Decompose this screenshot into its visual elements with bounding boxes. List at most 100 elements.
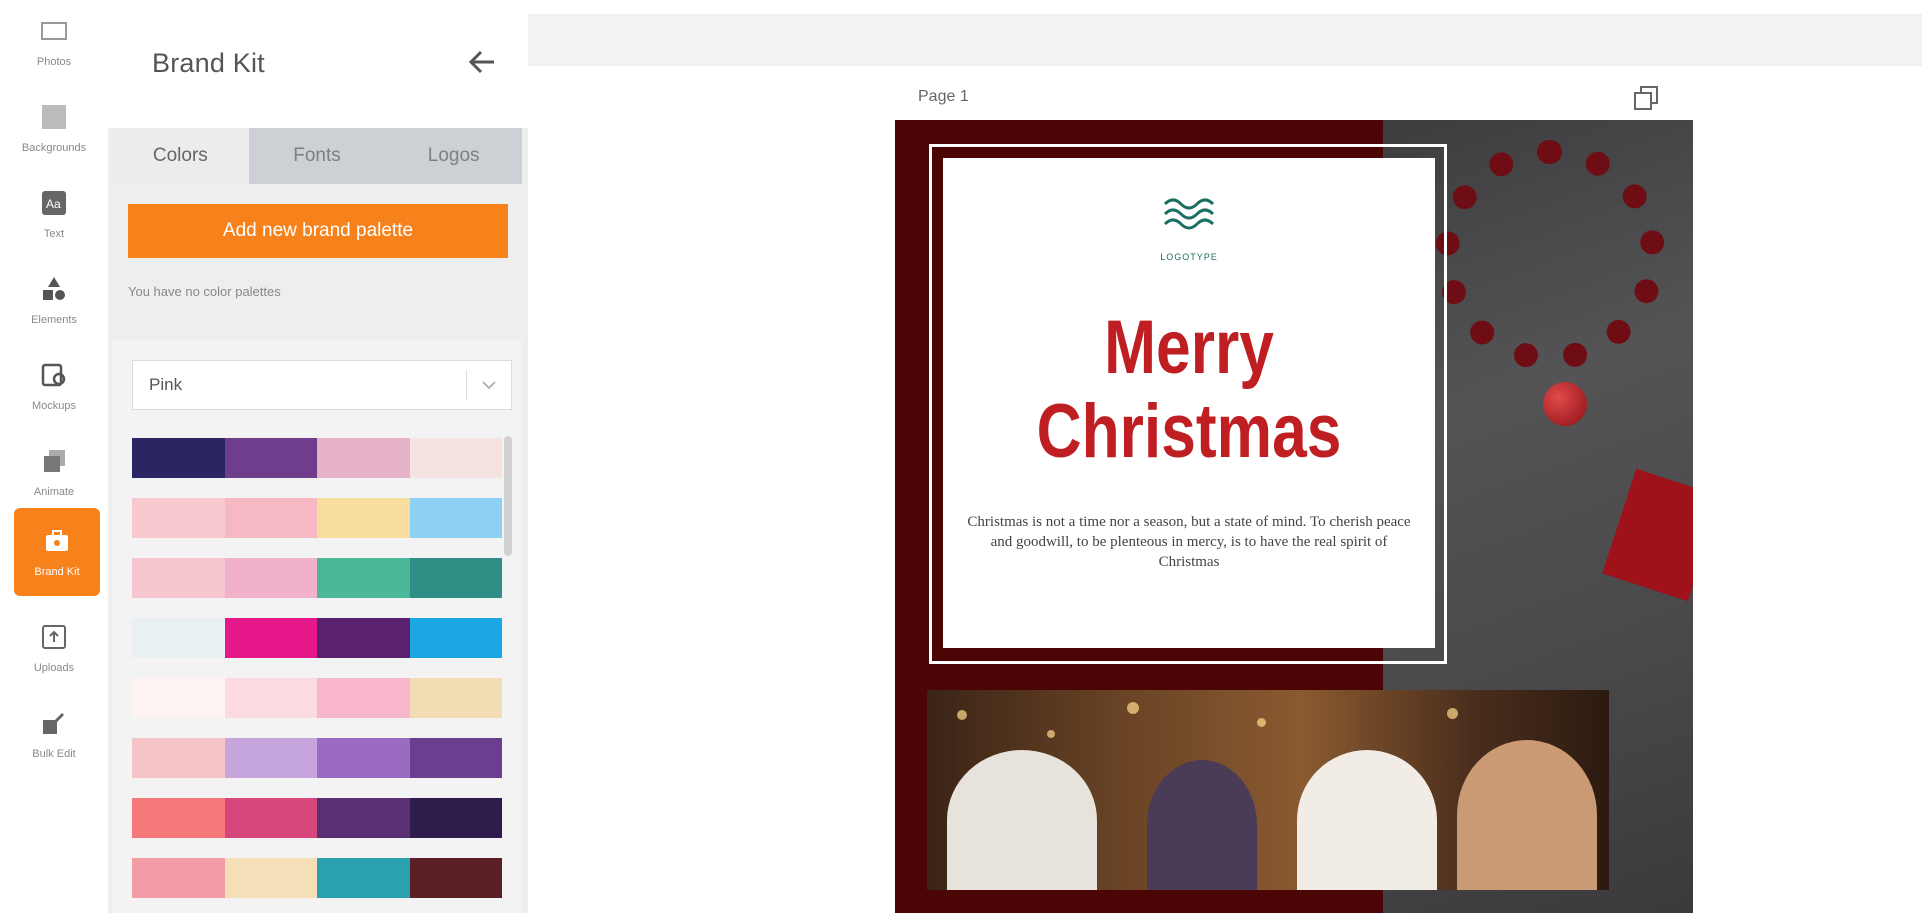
color-swatch[interactable] [409,738,502,778]
color-swatch[interactable] [224,618,317,658]
tab-colors[interactable]: Colors [112,128,249,184]
bokeh-light [1047,730,1055,738]
color-swatch[interactable] [409,618,502,658]
rail-item-uploads[interactable]: Uploads [0,598,108,698]
color-swatch[interactable] [224,558,317,598]
select-value: Pink [149,375,183,394]
color-swatch[interactable] [224,678,317,718]
color-swatch[interactable] [224,438,317,478]
color-swatch[interactable] [132,798,225,838]
duplicate-page-icon[interactable] [1632,84,1660,112]
bokeh-light [957,710,967,720]
add-brand-palette-button[interactable]: Add new brand palette [128,204,508,258]
rail-label: Backgrounds [21,142,87,154]
rail-item-animate[interactable]: Animate [0,422,108,522]
top-toolbar [528,14,1922,66]
color-swatch[interactable] [317,498,410,538]
color-swatch[interactable] [409,558,502,598]
palette-row[interactable] [132,858,502,898]
person-figure [1457,740,1597,890]
brand-kit-tabs: Colors Fonts Logos [112,128,522,184]
color-swatch[interactable] [317,618,410,658]
color-swatch[interactable] [317,438,410,478]
mockup-icon [39,360,69,390]
palette-category-select[interactable]: Pink [132,360,512,410]
headline: Merry Christmas [987,306,1390,474]
headline-line-2: Christmas [1036,389,1342,474]
color-swatch[interactable] [317,558,410,598]
rail-label: Animate [33,486,75,498]
back-arrow-icon[interactable] [466,46,498,78]
palette-row[interactable] [132,738,502,778]
page-label: Page 1 [918,88,969,105]
bokeh-light [1447,708,1458,719]
palette-row[interactable] [132,798,502,838]
palette-row[interactable] [132,558,502,598]
palette-library: Pink [112,340,522,913]
rail-item-mockups[interactable]: Mockups [0,336,108,436]
svg-text:Aa: Aa [46,197,61,211]
shapes-icon [39,274,69,304]
rail-label: Uploads [33,662,75,674]
color-swatch[interactable] [132,498,225,538]
palette-scrollbar[interactable] [504,436,512,556]
brand-kit-panel: Brand Kit Colors Fonts Logos Add new bra… [108,0,528,913]
upload-icon [39,622,69,652]
rail-item-bulk-edit[interactable]: Bulk Edit [0,684,108,784]
color-swatch[interactable] [132,438,225,478]
empty-palette-note: You have no color palettes [128,284,281,299]
design-canvas[interactable]: LOGOTYPE Merry Christmas Christmas is no… [895,120,1693,913]
party-photo[interactable] [927,690,1609,890]
palette-list [132,438,502,918]
logo-text: LOGOTYPE [1160,252,1218,262]
color-swatch[interactable] [224,738,317,778]
palette-row[interactable] [132,498,502,538]
color-swatch[interactable] [317,858,410,898]
color-swatch[interactable] [132,618,225,658]
color-swatch[interactable] [224,798,317,838]
left-rail: Photos Backgrounds Aa Text Elements Mock… [0,0,108,913]
color-swatch[interactable] [132,558,225,598]
palette-row[interactable] [132,618,502,658]
rail-item-brand-kit[interactable]: Brand Kit [14,508,100,596]
text-icon: Aa [39,188,69,218]
rail-label: Brand Kit [34,566,80,578]
panel-title: Brand Kit [152,48,265,78]
rail-label: Mockups [31,400,77,412]
chevron-down-icon [467,380,511,390]
wave-logo-icon [1161,192,1221,236]
person-figure [947,750,1097,890]
color-swatch[interactable] [409,858,502,898]
rail-label: Bulk Edit [32,748,76,760]
color-swatch[interactable] [317,678,410,718]
rail-item-text[interactable]: Aa Text [0,164,108,264]
card-panel[interactable]: LOGOTYPE Merry Christmas Christmas is no… [943,158,1435,648]
color-swatch[interactable] [409,498,502,538]
briefcase-icon [42,526,72,556]
rail-item-backgrounds[interactable]: Backgrounds [0,78,108,178]
color-swatch[interactable] [409,798,502,838]
headline-line-1: Merry [1104,305,1274,390]
tab-logos[interactable]: Logos [385,128,522,184]
rail-label: Photos [36,56,72,68]
rail-item-elements[interactable]: Elements [0,250,108,350]
bokeh-light [1257,718,1266,727]
panel-header: Brand Kit [108,0,528,128]
wreath-image [1435,140,1665,370]
color-swatch[interactable] [224,858,317,898]
bulk-edit-icon [39,708,69,738]
person-figure [1147,760,1257,890]
color-swatch[interactable] [224,498,317,538]
color-swatch[interactable] [132,738,225,778]
color-swatch[interactable] [317,798,410,838]
rail-label: Elements [31,314,77,326]
color-swatch[interactable] [409,678,502,718]
palette-row[interactable] [132,438,502,478]
tab-fonts[interactable]: Fonts [249,128,386,184]
bokeh-light [1127,702,1139,714]
color-swatch[interactable] [132,678,225,718]
color-swatch[interactable] [409,438,502,478]
color-swatch[interactable] [132,858,225,898]
palette-row[interactable] [132,678,502,718]
color-swatch[interactable] [317,738,410,778]
